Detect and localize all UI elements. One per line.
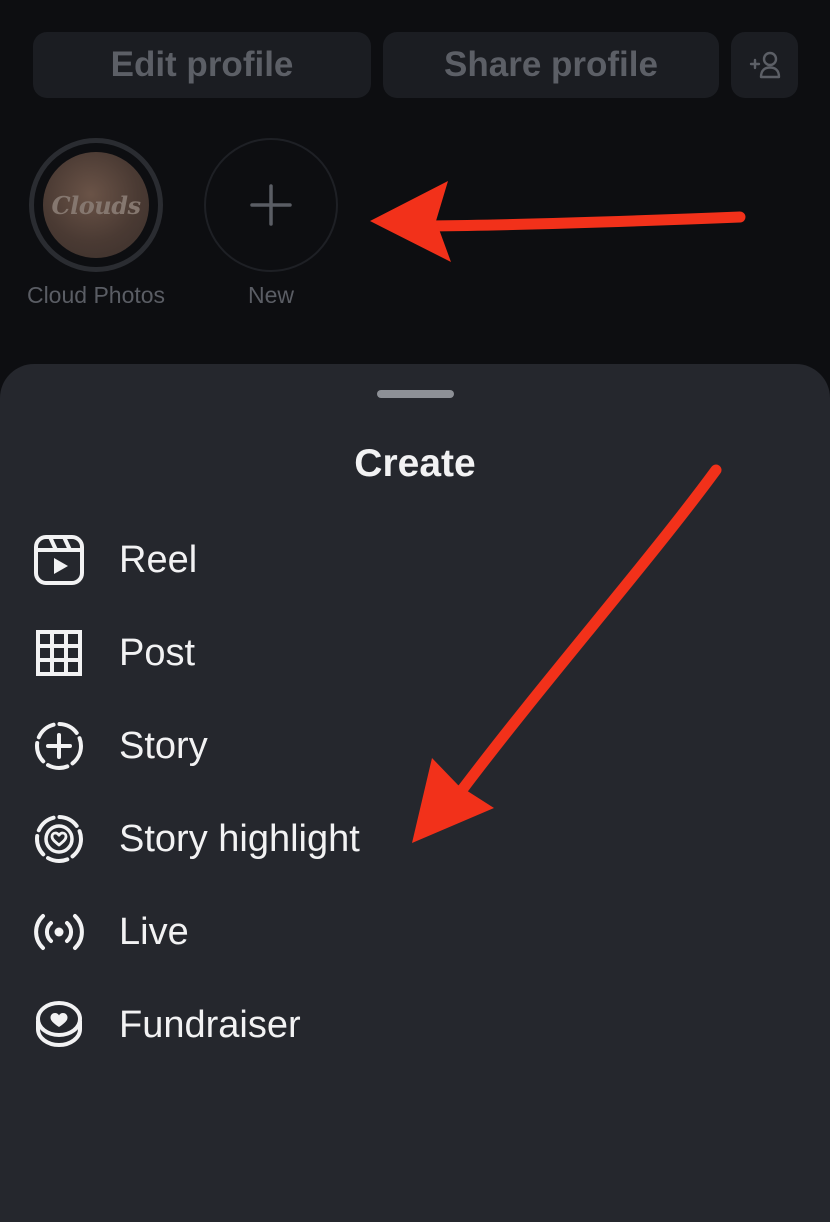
grid-icon xyxy=(36,630,82,676)
fundraiser-icon xyxy=(36,1001,82,1048)
menu-item-label: Reel xyxy=(119,539,198,581)
reel-icon xyxy=(34,535,84,585)
menu-item-story[interactable]: Story xyxy=(0,700,830,792)
menu-item-story-highlight[interactable]: Story highlight xyxy=(0,793,830,885)
add-user-icon xyxy=(749,51,780,79)
menu-item-fundraiser[interactable]: Fundraiser xyxy=(0,979,830,1071)
story-add-icon xyxy=(35,722,83,770)
menu-item-label: Post xyxy=(119,632,196,674)
menu-item-label: Story highlight xyxy=(119,818,360,860)
menu-item-post[interactable]: Post xyxy=(0,607,830,699)
highlight-thumbnail: Clouds xyxy=(43,152,149,258)
profile-background: Edit profile Share profile Clouds Cloud … xyxy=(0,0,830,420)
new-highlight-button[interactable] xyxy=(204,138,338,272)
share-profile-button[interactable]: Share profile xyxy=(383,32,719,98)
create-bottom-sheet: Create Reel Post Story Story highlight L… xyxy=(0,364,830,1222)
sheet-title: Create xyxy=(354,442,476,485)
screen: Edit profile Share profile Clouds Cloud … xyxy=(0,0,830,1222)
live-broadcast-icon xyxy=(34,914,84,950)
menu-item-live[interactable]: Live xyxy=(0,886,830,978)
menu-item-label: Story xyxy=(119,725,208,767)
menu-item-label: Fundraiser xyxy=(119,1004,301,1046)
plus-icon xyxy=(250,184,292,226)
menu-item-label: Live xyxy=(119,911,189,953)
highlight-label: Cloud Photos xyxy=(26,282,166,308)
edit-profile-button[interactable]: Edit profile xyxy=(33,32,371,98)
story-highlight-icon xyxy=(35,815,83,863)
add-user-button[interactable] xyxy=(731,32,798,98)
new-highlight-label: New xyxy=(247,282,294,308)
sheet-drag-handle[interactable] xyxy=(377,390,454,398)
menu-item-reel[interactable]: Reel xyxy=(0,514,830,606)
highlight-cloud-photos[interactable]: Clouds xyxy=(29,138,163,272)
